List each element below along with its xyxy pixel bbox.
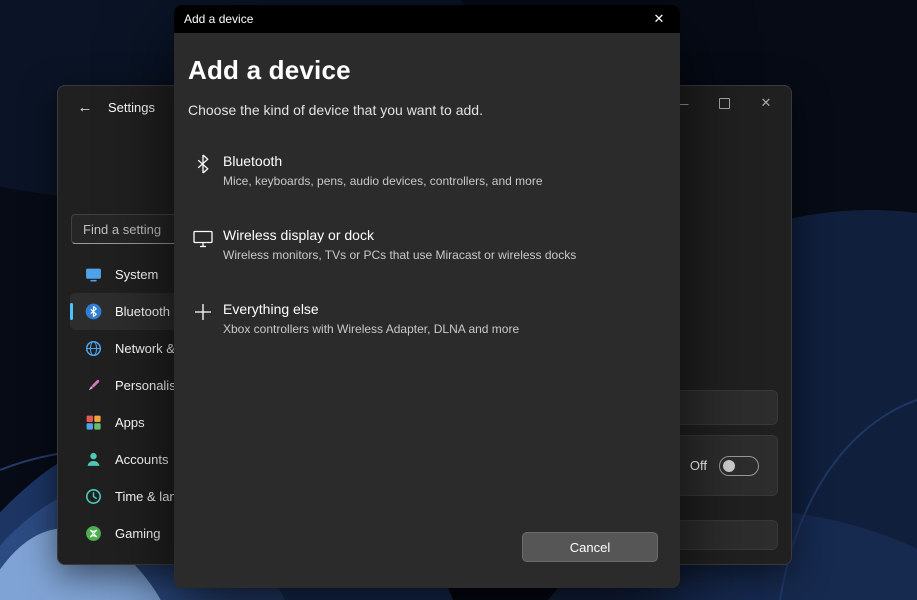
gaming-xbox-icon (85, 525, 102, 542)
close-button[interactable]: ✕ (745, 86, 787, 120)
system-icon (85, 266, 102, 283)
sidebar-item-label: Apps (115, 415, 145, 430)
dialog-heading: Add a device (188, 55, 666, 86)
option-text: Wireless display or dock Wireless monito… (223, 226, 576, 262)
sidebar-item-label: System (115, 267, 158, 282)
option-bluetooth[interactable]: Bluetooth Mice, keyboards, pens, audio d… (188, 144, 666, 196)
dialog-close-button[interactable]: ✕ (638, 5, 680, 33)
option-title: Wireless display or dock (223, 226, 576, 244)
toggle-switch[interactable] (719, 456, 759, 476)
toggle-state-label: Off (690, 458, 707, 473)
cancel-button[interactable]: Cancel (522, 532, 658, 562)
close-icon: ✕ (654, 11, 665, 27)
settings-window-title: Settings (108, 100, 155, 115)
toggle-knob (723, 460, 735, 472)
time-language-clock-icon (85, 488, 102, 505)
settings-titlebar[interactable]: ← Settings (68, 92, 155, 122)
add-device-dialog: Add a device ✕ Add a device Choose the k… (174, 5, 680, 588)
personalisation-brush-icon (85, 377, 102, 394)
bluetooth-icon (85, 303, 102, 320)
option-description: Xbox controllers with Wireless Adapter, … (223, 322, 519, 336)
option-text: Bluetooth Mice, keyboards, pens, audio d… (223, 152, 543, 188)
option-title: Everything else (223, 300, 519, 318)
back-button[interactable]: ← (68, 92, 102, 122)
close-icon: ✕ (761, 95, 772, 111)
sidebar-item-label: Gaming (115, 526, 161, 541)
maximize-icon (719, 98, 730, 109)
display-icon (192, 227, 214, 249)
desktop: ← Settings — ✕ System (0, 0, 917, 600)
option-title: Bluetooth (223, 152, 543, 170)
back-arrow-icon: ← (78, 99, 93, 116)
network-globe-icon (85, 340, 102, 357)
dialog-titlebar-title: Add a device (184, 12, 253, 26)
option-description: Mice, keyboards, pens, audio devices, co… (223, 174, 543, 188)
option-wireless-display[interactable]: Wireless display or dock Wireless monito… (188, 218, 666, 270)
dialog-subtitle: Choose the kind of device that you want … (188, 102, 666, 118)
plus-icon (192, 301, 214, 323)
device-options-list: Bluetooth Mice, keyboards, pens, audio d… (188, 144, 666, 344)
bluetooth-icon (192, 153, 214, 175)
accounts-person-icon (85, 451, 102, 468)
apps-grid-icon (85, 414, 102, 431)
sidebar-item-label: Accounts (115, 452, 168, 467)
dialog-body: Add a device Choose the kind of device t… (174, 55, 680, 344)
dialog-titlebar[interactable]: Add a device ✕ (174, 5, 680, 33)
option-description: Wireless monitors, TVs or PCs that use M… (223, 248, 576, 262)
maximize-button[interactable] (703, 86, 745, 120)
option-everything-else[interactable]: Everything else Xbox controllers with Wi… (188, 292, 666, 344)
option-text: Everything else Xbox controllers with Wi… (223, 300, 519, 336)
